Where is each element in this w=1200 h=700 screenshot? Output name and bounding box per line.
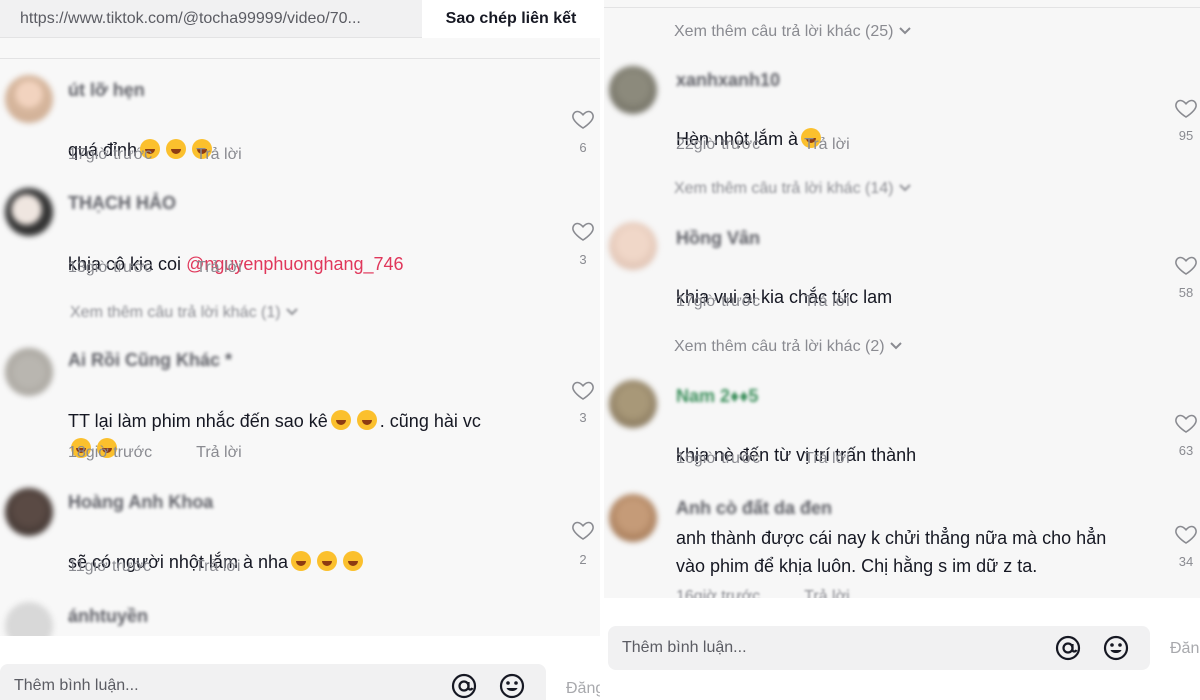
comment-meta: 11giờ trước Trả lời: [68, 558, 240, 576]
heart-outline-icon[interactable]: [571, 378, 595, 402]
comment-time: 17giờ trước: [68, 146, 153, 163]
comment-username[interactable]: Hoàng Anh Khoa: [68, 492, 213, 513]
laughing-emoji-icon: [356, 410, 377, 430]
comment-time: 22giờ trước: [676, 136, 761, 153]
heart-outline-icon[interactable]: [1174, 522, 1198, 546]
like-count: 34: [1178, 554, 1194, 569]
view-more-replies[interactable]: Xem thêm câu trả lời khác (2): [674, 338, 903, 356]
comment-time: 13giờ trước: [68, 259, 153, 276]
reply-button[interactable]: Trả lời: [196, 259, 241, 276]
like-count: 3: [579, 410, 587, 425]
comment-username[interactable]: Nam 2♦♦5: [676, 386, 758, 407]
comment-meta: 18giờ trước Trả lời: [68, 444, 242, 462]
post-button[interactable]: Đăn: [1170, 640, 1199, 658]
comment-item: Ai Rồi Cũng Khác * TT lại làm phim nhắc …: [0, 340, 600, 461]
chevron-down-icon: [890, 342, 902, 350]
avatar[interactable]: [609, 222, 657, 270]
reply-button[interactable]: Trả lời: [196, 146, 241, 163]
comment-item: THẠCH HẢO khịa cô kia coi @nguyenphuongh…: [0, 182, 600, 282]
heart-outline-icon[interactable]: [571, 107, 595, 131]
avatar[interactable]: [609, 66, 657, 114]
comment-username[interactable]: xanhxanh10: [676, 70, 780, 91]
laughing-emoji-icon: [330, 410, 351, 430]
like-count: 2: [579, 552, 587, 567]
copy-link-button[interactable]: Sao chép liên kết: [422, 0, 600, 38]
comment-meta: 22giờ trước Trả lời: [676, 136, 850, 154]
top-edge: [604, 0, 1200, 8]
avatar[interactable]: [5, 488, 53, 536]
heart-outline-icon[interactable]: [571, 518, 595, 542]
left-comments-panel: https://www.tiktok.com/@tocha99999/video…: [0, 0, 600, 700]
comment-input-area: Thêm bình luận... Đăng: [0, 636, 600, 700]
at-sign-icon[interactable]: [1054, 634, 1082, 662]
like-count: 63: [1178, 443, 1194, 458]
comment-item: Hoàng Anh Khoa sẽ có người nhột lắm à nh…: [0, 484, 600, 584]
rofl-emoji-icon: [316, 551, 337, 571]
comment-item: út lỡ hẹn quá đỉnh 17giờ trước Trả lời 6: [0, 70, 600, 170]
comment-username[interactable]: Ai Rồi Cũng Khác *: [68, 350, 232, 371]
heart-outline-icon[interactable]: [1174, 253, 1198, 277]
avatar[interactable]: [5, 188, 53, 236]
comment-time: 11giờ trước: [68, 558, 151, 575]
like-count: 95: [1178, 128, 1194, 143]
comment-item: xanhxanh10 Hèn nhột lắm à 22giờ trước Trả…: [604, 60, 1200, 160]
comment-meta: 13giờ trước Trả lời: [68, 259, 242, 277]
avatar[interactable]: [5, 348, 53, 396]
comment-item: Anh cò đất da đen anh thành được cái nay…: [604, 490, 1200, 605]
comment-meta: 17giờ trước Trả lời: [68, 146, 242, 164]
post-button[interactable]: Đăng: [566, 680, 600, 698]
video-url[interactable]: https://www.tiktok.com/@tocha99999/video…: [0, 10, 422, 28]
reply-button[interactable]: Trả lời: [195, 558, 240, 575]
reply-button[interactable]: Trả lời: [804, 450, 849, 467]
chevron-down-icon: [899, 27, 911, 35]
smiley-icon[interactable]: [1102, 634, 1130, 662]
comment-username[interactable]: Anh cò đất da đen: [676, 498, 832, 519]
rofl-emoji-icon: [290, 551, 311, 571]
like-count: 58: [1178, 285, 1194, 300]
comment-input-area: Thêm bình luận... Đăn: [604, 598, 1200, 700]
comment-item: ánhtuyền: [0, 596, 600, 650]
like-count: 6: [579, 140, 587, 155]
avatar[interactable]: [5, 75, 53, 123]
avatar[interactable]: [609, 494, 657, 542]
heart-outline-icon[interactable]: [571, 219, 595, 243]
comment-input[interactable]: Thêm bình luận...: [0, 664, 546, 700]
smile-emoji-icon: [342, 551, 363, 571]
avatar[interactable]: [609, 380, 657, 428]
chevron-down-icon: [899, 184, 911, 192]
reply-button[interactable]: Trả lời: [804, 293, 849, 310]
comment-item: Hồng Vân khia vui ai kia chắc tức lam 17…: [604, 218, 1200, 318]
divider: [0, 58, 600, 59]
view-more-replies[interactable]: Xem thêm câu trả lời khác (1): [70, 304, 299, 322]
comment-text: anh thành được cái nay k chửi thẳng nữa …: [676, 528, 1107, 576]
comment-meta: 17giờ trước Trả lời: [676, 293, 850, 311]
right-comments-panel: Xem thêm câu trả lời khác (25) xanhxanh1…: [604, 0, 1200, 700]
video-link-bar: https://www.tiktok.com/@tocha99999/video…: [0, 0, 600, 38]
comment-meta: 16giờ trước Trả lời: [676, 450, 850, 468]
chevron-down-icon: [286, 308, 298, 316]
at-sign-icon[interactable]: [450, 672, 478, 700]
heart-outline-icon[interactable]: [1174, 411, 1198, 435]
reply-button[interactable]: Trả lời: [196, 444, 241, 461]
smiley-icon[interactable]: [498, 672, 526, 700]
comment-item: Nam 2♦♦5 khịa nè đến từ vị trí trấn thàn…: [604, 376, 1200, 476]
comment-input[interactable]: Thêm bình luận...: [608, 626, 1150, 670]
view-more-replies[interactable]: Xem thêm câu trả lời khác (25): [674, 23, 912, 41]
like-count: 3: [579, 252, 587, 267]
comment-username[interactable]: út lỡ hẹn: [68, 80, 145, 101]
comment-username[interactable]: ánhtuyền: [68, 606, 148, 627]
reply-button[interactable]: Trả lời: [804, 136, 849, 153]
comment-username[interactable]: THẠCH HẢO: [68, 193, 176, 214]
comment-time: 17giờ trước: [676, 293, 761, 310]
comment-username[interactable]: Hồng Vân: [676, 228, 760, 249]
comment-time: 18giờ trước: [68, 444, 153, 461]
comment-time: 16giờ trước: [676, 450, 761, 467]
heart-outline-icon[interactable]: [1174, 96, 1198, 120]
view-more-replies[interactable]: Xem thêm câu trả lời khác (14): [674, 180, 912, 198]
